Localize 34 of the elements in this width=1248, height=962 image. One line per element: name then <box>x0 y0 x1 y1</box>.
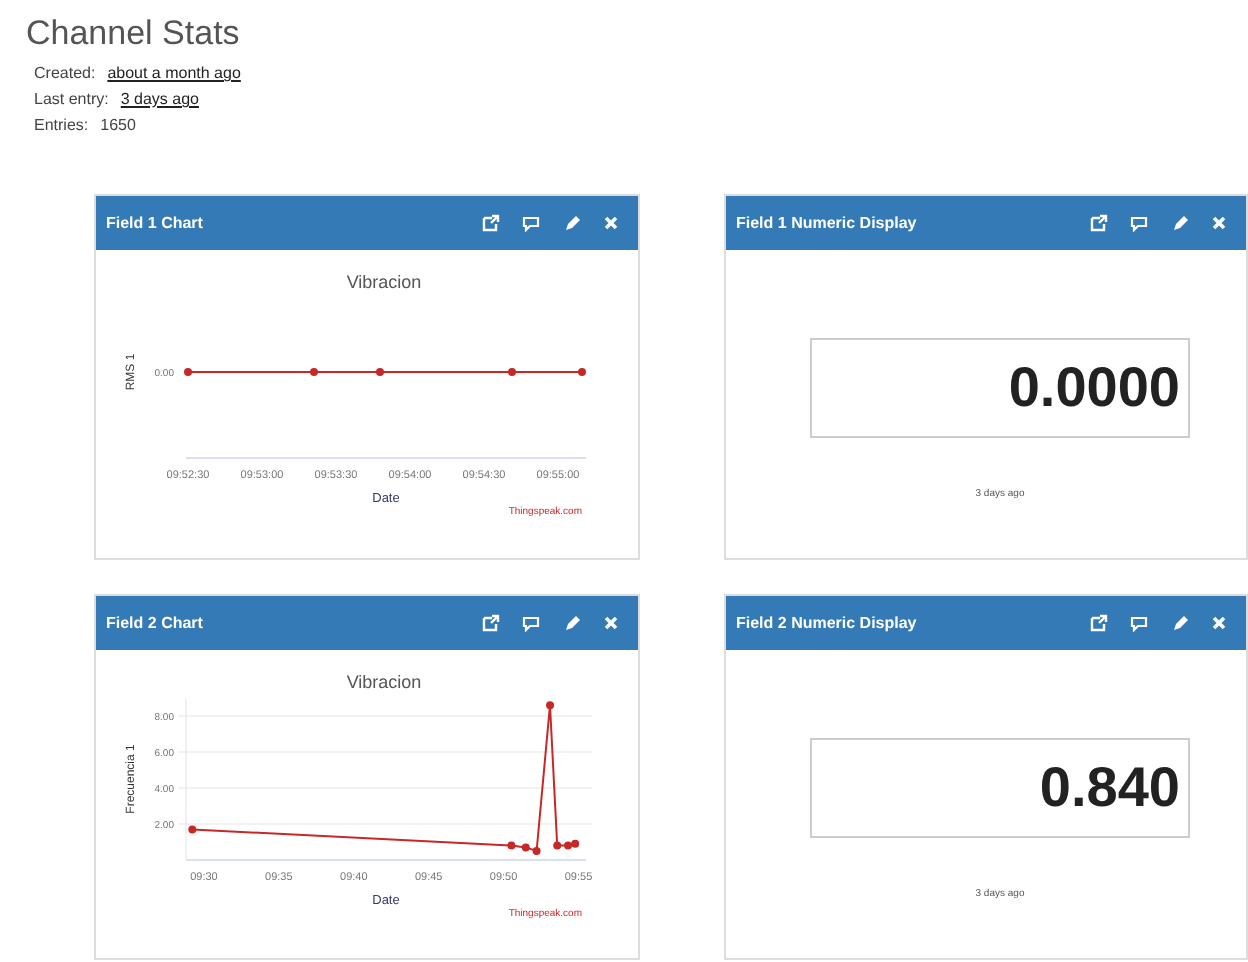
close-icon[interactable] <box>602 214 620 232</box>
external-link-icon[interactable] <box>1090 214 1108 232</box>
chart-title: Vibracion <box>346 272 422 292</box>
numeric-value: 0.840 <box>810 738 1190 838</box>
chart-title: Vibracion <box>346 672 422 692</box>
info-label: Entries: <box>34 114 89 138</box>
comment-icon[interactable] <box>522 614 540 632</box>
pencil-icon[interactable] <box>562 214 580 232</box>
data-point <box>507 841 516 850</box>
info-label: Created: <box>34 62 96 86</box>
external-link-icon[interactable] <box>482 614 500 632</box>
pencil-icon[interactable] <box>562 614 580 632</box>
info-link[interactable]: about a month ago <box>107 60 241 86</box>
data-point <box>188 825 197 834</box>
close-icon[interactable] <box>1210 214 1228 232</box>
card-title: Field 1 Chart <box>106 211 203 235</box>
info-link[interactable]: 3 days ago <box>120 86 199 112</box>
pencil-icon[interactable] <box>1170 614 1188 632</box>
card-title: Field 2 Chart <box>106 611 203 635</box>
comment-icon[interactable] <box>522 214 540 232</box>
external-link-icon[interactable] <box>1090 614 1108 632</box>
numeric-value: 0.0000 <box>810 338 1190 438</box>
info-label: Last entry: <box>34 88 109 112</box>
external-link-icon[interactable] <box>482 214 500 232</box>
card-title: Field 1 Numeric Display <box>736 211 917 235</box>
comment-icon[interactable] <box>1130 214 1148 232</box>
info-value: 1650 <box>100 114 136 138</box>
comment-icon[interactable] <box>1130 614 1148 632</box>
page-title: Channel Stats <box>26 12 242 56</box>
pencil-icon[interactable] <box>1170 214 1188 232</box>
close-icon[interactable] <box>1210 614 1228 632</box>
card-title: Field 2 Numeric Display <box>736 611 917 635</box>
data-point <box>546 701 555 710</box>
close-icon[interactable] <box>602 614 620 632</box>
